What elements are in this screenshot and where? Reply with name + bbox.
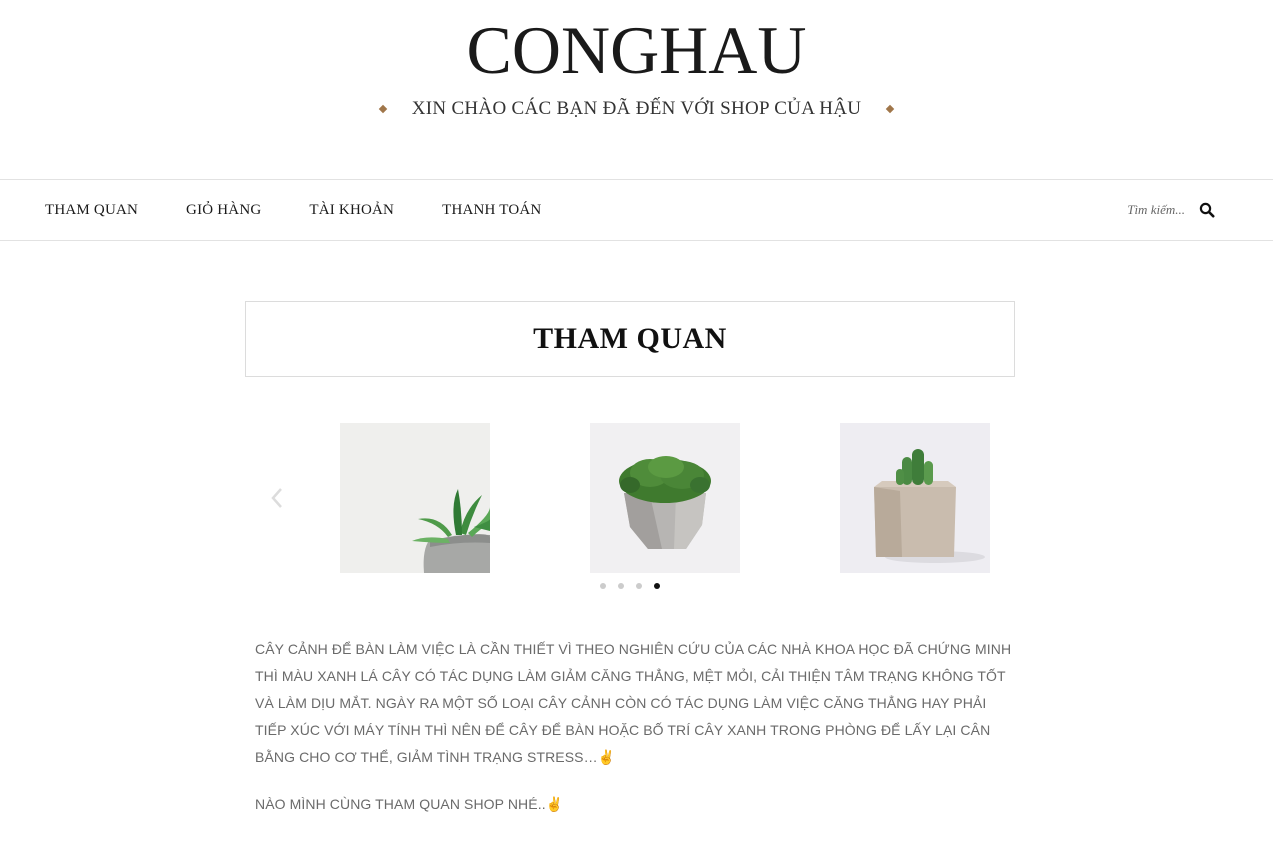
- nav-item-gio-hang[interactable]: GIỎ HÀNG: [186, 202, 261, 219]
- carousel-dot-4-active[interactable]: [654, 583, 660, 589]
- tagline-row: XIN CHÀO CÁC BẠN ĐÃ ĐẾN VỚI SHOP CỦA HẬU: [0, 95, 1273, 123]
- search-form: [1115, 180, 1215, 240]
- site-header: CONGHAU XIN CHÀO CÁC BẠN ĐÃ ĐẾN VỚI SHOP…: [0, 0, 1273, 180]
- carousel-dot-2[interactable]: [618, 583, 624, 589]
- nav-item-tai-khoan[interactable]: TÀI KHOẢN: [309, 202, 394, 219]
- chevron-left-icon[interactable]: [269, 485, 285, 511]
- carousel-slide-cactus-pot[interactable]: [840, 423, 990, 573]
- intro-paragraph-text: CÂY CẢNH ĐỂ BÀN LÀM VIỆC LÀ CẦN THIẾT VÌ…: [255, 641, 1012, 765]
- diamond-left-icon: [378, 104, 387, 114]
- search-icon[interactable]: [1199, 202, 1215, 218]
- intro-paragraph: CÂY CẢNH ĐỂ BÀN LÀM VIỆC LÀ CẦN THIẾT VÌ…: [255, 636, 1015, 771]
- page-title-box: THAM QUAN: [245, 301, 1015, 377]
- invite-paragraph: NÀO MÌNH CÙNG THAM QUAN SHOP NHÉ..✌: [255, 791, 1015, 818]
- carousel-dot-1[interactable]: [600, 583, 606, 589]
- page-content: CÂY CẢNH ĐỂ BÀN LÀM VIỆC LÀ CẦN THIẾT VÌ…: [255, 636, 1015, 838]
- main-nav: THAM QUAN GIỎ HÀNG TÀI KHOẢN THANH TOÁN: [0, 179, 1273, 241]
- carousel-slide-moss-pot[interactable]: [590, 423, 740, 573]
- carousel-slide-succulent[interactable]: [340, 423, 490, 573]
- site-title[interactable]: CONGHAU: [0, 10, 1273, 90]
- nav-item-thanh-toan[interactable]: THANH TOÁN: [442, 202, 541, 219]
- page-title: THAM QUAN: [533, 322, 727, 355]
- image-carousel: [245, 423, 1015, 593]
- victory-hand-icon: ✌: [597, 749, 616, 765]
- victory-hand-icon: ✌: [545, 796, 564, 812]
- nav-item-tham-quan[interactable]: THAM QUAN: [45, 202, 138, 219]
- search-input[interactable]: [1115, 198, 1185, 222]
- diamond-right-icon: [886, 104, 895, 114]
- carousel-dots: [600, 583, 672, 589]
- carousel-dot-3[interactable]: [636, 583, 642, 589]
- nav-menu: THAM QUAN GIỎ HÀNG TÀI KHOẢN THANH TOÁN: [45, 180, 589, 240]
- site-tagline: XIN CHÀO CÁC BẠN ĐÃ ĐẾN VỚI SHOP CỦA HẬU: [411, 98, 862, 119]
- invite-paragraph-text: NÀO MÌNH CÙNG THAM QUAN SHOP NHÉ..: [255, 796, 546, 812]
